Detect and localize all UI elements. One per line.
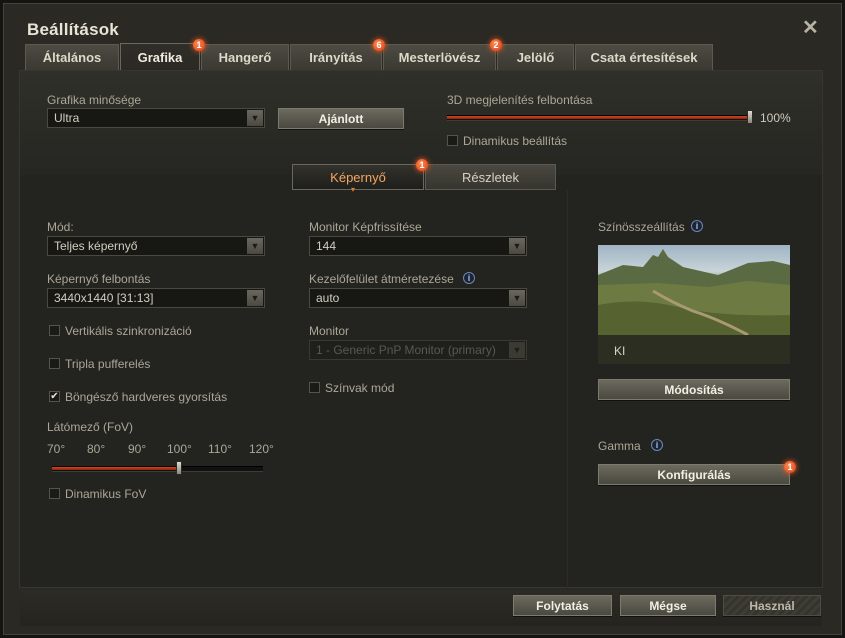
- render-resolution-value: 100%: [760, 111, 791, 125]
- tab-label: Jelölő: [516, 50, 555, 65]
- fov-tick: 80°: [87, 442, 106, 456]
- render-resolution-slider[interactable]: [447, 115, 750, 120]
- fov-tick: 70°: [47, 442, 66, 456]
- subtab-label: Részletek: [461, 169, 520, 185]
- browser-hw-checkbox[interactable]: ✔: [49, 391, 60, 402]
- triple-buffering-checkbox[interactable]: [49, 358, 60, 369]
- vsync-checkbox[interactable]: [49, 325, 60, 336]
- tab-label: Csata értesítések: [590, 50, 698, 65]
- fov-tick: 100°: [167, 442, 192, 456]
- tab-badge: 1: [193, 39, 205, 51]
- info-icon[interactable]: i: [463, 272, 475, 284]
- cancel-button[interactable]: Mégse: [620, 595, 716, 616]
- select-value: Ultra: [54, 111, 80, 125]
- fov-tick: 90°: [128, 442, 147, 456]
- chevron-down-icon: ▼: [509, 342, 525, 358]
- tab-label: Mesterlövész: [398, 50, 481, 65]
- vsync-label: Vertikális szinkronizáció: [65, 324, 192, 338]
- refresh-rate-label: Monitor Képfrissítése: [309, 220, 422, 234]
- apply-button: Használ: [723, 595, 821, 616]
- select-value: 1 - Generic PnP Monitor (primary): [316, 343, 496, 357]
- tab-graphics[interactable]: Grafika: [120, 43, 200, 71]
- subtab-screen[interactable]: Képernyő: [292, 164, 424, 190]
- ui-scale-label: Kezelőfelület átméretezése: [309, 272, 454, 286]
- slider-thumb[interactable]: [175, 461, 182, 475]
- resolution-select[interactable]: 3440x1440 [31:13] ▼: [47, 288, 265, 308]
- tab-sniper[interactable]: Mesterlövész: [383, 44, 496, 70]
- tab-general[interactable]: Általános: [25, 44, 119, 70]
- subtab-badge: 1: [416, 159, 428, 171]
- slider-fill: [52, 467, 179, 470]
- tab-controls[interactable]: Irányítás: [290, 44, 382, 70]
- mode-select[interactable]: Teljes képernyő ▼: [47, 236, 265, 256]
- resolution-label: Képernyő felbontás: [47, 272, 151, 286]
- tab-label: Irányítás: [309, 50, 363, 65]
- ui-scale-select[interactable]: auto ▼: [309, 288, 527, 308]
- tab-battle-notifications[interactable]: Csata értesítések: [575, 44, 713, 70]
- dynamic-fov-label: Dinamikus FoV: [65, 487, 147, 501]
- triple-buffering-label: Tripla pufferelés: [65, 357, 151, 371]
- tab-marker[interactable]: Jelölő: [497, 44, 574, 70]
- tab-badge: 6: [373, 39, 385, 51]
- select-value: auto: [316, 291, 340, 305]
- recommended-button[interactable]: Ajánlott: [278, 108, 404, 129]
- close-icon[interactable]: ✕: [802, 18, 819, 38]
- monitor-label: Monitor: [309, 324, 350, 338]
- color-scheme-label: Színösszeállítás: [598, 220, 685, 234]
- landscape-image: [598, 249, 790, 364]
- configure-badge: 1: [784, 461, 796, 473]
- dynamic-settings-checkbox[interactable]: [447, 135, 458, 146]
- render-resolution-label: 3D megjelenítés felbontása: [447, 93, 593, 107]
- slider-thumb[interactable]: [747, 110, 753, 124]
- graphics-quality-select[interactable]: Ultra ▼: [47, 108, 265, 128]
- tab-label: Hangerő: [218, 50, 272, 65]
- chevron-down-icon: ▼: [247, 110, 263, 126]
- fov-slider[interactable]: [52, 466, 263, 471]
- info-icon[interactable]: i: [651, 439, 663, 451]
- fov-label: Látómező (FoV): [47, 420, 134, 434]
- info-icon[interactable]: i: [691, 220, 703, 232]
- tab-label: Általános: [42, 50, 102, 65]
- configure-button[interactable]: Konfigurálás: [598, 464, 790, 485]
- select-value: 144: [316, 239, 337, 253]
- tab-label: Grafika: [137, 50, 183, 65]
- colorblind-label: Színvak mód: [325, 381, 395, 395]
- select-value: Teljes képernyő: [54, 239, 138, 253]
- slider-fill: [447, 116, 750, 119]
- chevron-down-icon: ▼: [509, 290, 525, 306]
- subtab-label: Képernyő: [330, 169, 386, 185]
- chevron-down-icon: ▼: [247, 238, 263, 254]
- monitor-select: 1 - Generic PnP Monitor (primary) ▼: [309, 340, 527, 360]
- continue-button[interactable]: Folytatás: [513, 595, 612, 616]
- dynamic-settings-label: Dinamikus beállítás: [463, 134, 568, 148]
- chevron-down-icon: ▾: [351, 185, 356, 194]
- tab-sound[interactable]: Hangerő: [201, 44, 289, 70]
- window-title: Beállítások: [27, 20, 119, 39]
- dynamic-fov-checkbox[interactable]: [49, 488, 60, 499]
- chevron-down-icon: ▼: [509, 238, 525, 254]
- graphics-quality-label: Grafika minősége: [47, 93, 142, 107]
- colorblind-checkbox[interactable]: [309, 382, 320, 393]
- preview-caption: KI: [614, 344, 626, 358]
- refresh-rate-select[interactable]: 144 ▼: [309, 236, 527, 256]
- fov-tick: 120°: [249, 442, 274, 456]
- modify-button[interactable]: Módosítás: [598, 379, 790, 400]
- column-divider: [567, 190, 568, 588]
- gamma-label: Gamma: [598, 439, 641, 453]
- browser-hw-label: Böngésző hardveres gyorsítás: [65, 390, 228, 404]
- color-preview-image: KI: [598, 245, 790, 364]
- fov-tick: 110°: [208, 442, 232, 456]
- chevron-down-icon: ▼: [247, 290, 263, 306]
- tab-badge: 2: [490, 39, 502, 51]
- subtab-details[interactable]: Részletek: [425, 164, 556, 190]
- mode-label: Mód:: [47, 220, 74, 234]
- select-value: 3440x1440 [31:13]: [54, 291, 154, 305]
